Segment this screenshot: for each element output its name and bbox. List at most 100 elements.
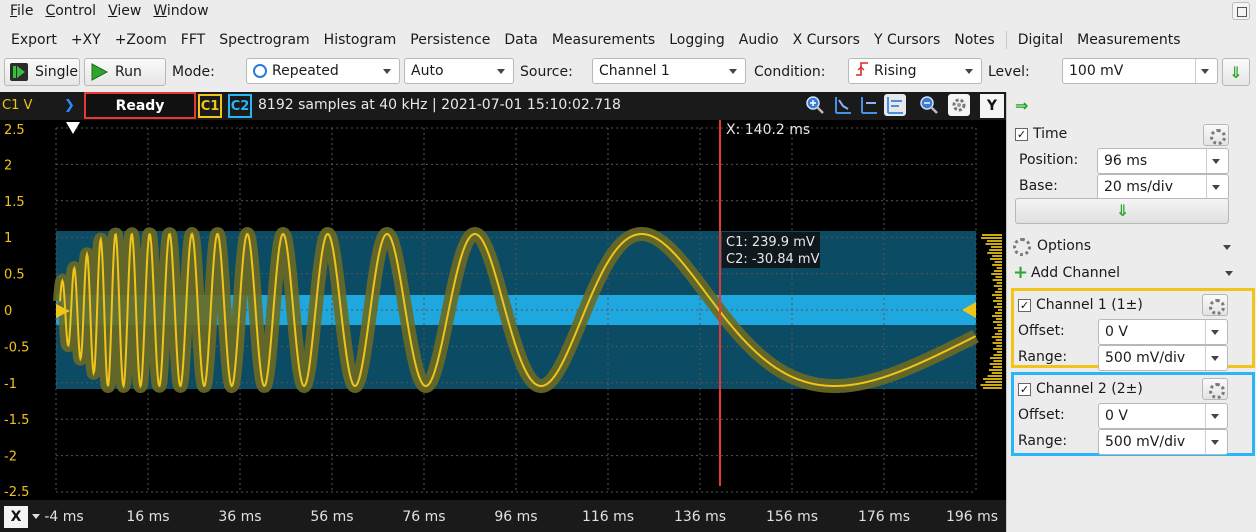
histogram-bar: [980, 384, 1002, 386]
grid-icon[interactable]: [884, 94, 906, 116]
options-gear-icon[interactable]: [1013, 238, 1031, 256]
channel-2-gear-icon[interactable]: [1202, 378, 1228, 400]
channel-2-range-input[interactable]: 500 mV/div: [1098, 429, 1228, 455]
level-apply-button[interactable]: ⇓: [1222, 58, 1250, 86]
menu-control[interactable]: Control: [39, 3, 102, 19]
persistence-button[interactable]: Persistence: [403, 32, 497, 48]
channel-1-badge[interactable]: C1: [198, 94, 222, 118]
add-xy-button[interactable]: +XY: [64, 32, 108, 48]
axis-align-icon[interactable]: [858, 94, 880, 116]
histogram-bar: [989, 258, 1002, 260]
expand-arrow-icon[interactable]: ❯: [64, 98, 75, 113]
x-axis-button[interactable]: X: [4, 506, 28, 528]
y-axis-button[interactable]: Y: [980, 94, 1004, 118]
channel-1-checkbox[interactable]: ✓: [1018, 299, 1031, 312]
audio-button[interactable]: Audio: [732, 32, 786, 48]
condition-select[interactable]: Rising: [848, 58, 982, 84]
spectrogram-button[interactable]: Spectrogram: [212, 32, 316, 48]
digital-button[interactable]: Digital: [1011, 32, 1070, 48]
channel-2-offset-input[interactable]: 0 V: [1098, 403, 1228, 429]
y-tick-label: 2: [4, 158, 12, 173]
histogram-bar: [994, 291, 1002, 293]
histogram-bar: [993, 306, 1002, 308]
x-tick-label: 16 ms: [126, 509, 170, 525]
measurements-button[interactable]: Measurements: [545, 32, 662, 48]
fft-button[interactable]: FFT: [174, 32, 212, 48]
histogram-bar: [983, 378, 1002, 380]
histogram-bar: [995, 318, 1002, 320]
histogram-bar: [991, 372, 1002, 374]
histogram-bar: [991, 315, 1002, 317]
chevron-down-icon: [497, 69, 505, 74]
y-tick-label: -0.5: [4, 340, 29, 355]
autoscale-icon[interactable]: [832, 94, 854, 116]
options-label[interactable]: Options: [1037, 238, 1091, 254]
histogram-bar: [989, 357, 1002, 359]
arrow-down-icon: ⇓: [1116, 201, 1130, 220]
channel-1-settings: ✓ Channel 1 (1±) Offset: 0 V Range: 500 …: [1011, 288, 1255, 371]
panel-arrow-icon[interactable]: ⇒: [1015, 96, 1028, 115]
histogram-bar: [995, 297, 1002, 299]
histogram-bar: [987, 375, 1002, 377]
source-select[interactable]: Channel 1: [592, 58, 746, 84]
oscilloscope-plot[interactable]: X: 140.2 ms C1: 239.9 mV C2: -30.84 mV 2…: [0, 120, 1006, 500]
level-label: Level:: [988, 64, 1030, 80]
plot-settings-gear-icon[interactable]: [948, 94, 970, 116]
channel-2-offset-value: 0 V: [1105, 408, 1128, 424]
data-button[interactable]: Data: [497, 32, 544, 48]
histogram-bar: [994, 261, 1002, 263]
histogram-bar: [986, 240, 1002, 242]
chevron-down-icon: [1212, 185, 1220, 190]
rising-edge-icon: [855, 61, 869, 81]
digital-measurements-button[interactable]: Measurements: [1070, 32, 1187, 48]
histogram-bar: [997, 288, 1002, 290]
channel-2-checkbox[interactable]: ✓: [1018, 383, 1031, 396]
options-chevron-icon[interactable]: [1223, 245, 1231, 250]
window-restore-icon[interactable]: [1232, 2, 1250, 20]
menu-view[interactable]: View: [102, 3, 147, 19]
y-tick-label: 0: [4, 304, 12, 319]
zoom-out-icon[interactable]: [918, 94, 940, 116]
x-cursors-button[interactable]: X Cursors: [786, 32, 867, 48]
histogram-bar: [993, 348, 1002, 350]
zoom-in-icon[interactable]: [804, 94, 826, 116]
channel-1-gear-icon[interactable]: [1202, 294, 1228, 316]
add-channel-button[interactable]: + Add Channel: [1011, 262, 1233, 286]
menu-bar: File Control View Window: [0, 0, 1256, 22]
channel-1-range-input[interactable]: 500 mV/div: [1098, 345, 1228, 371]
plus-icon: +: [1013, 262, 1029, 283]
single-button[interactable]: Single: [4, 58, 80, 86]
run-icon: [89, 62, 109, 82]
histogram-button[interactable]: Histogram: [317, 32, 404, 48]
trigger-mode-select[interactable]: Auto: [404, 58, 514, 84]
channel-1-offset-label: Offset:: [1018, 323, 1065, 339]
export-button[interactable]: Export: [4, 32, 64, 48]
time-settings-gear-icon[interactable]: [1203, 124, 1229, 146]
mode-label: Mode:: [172, 64, 215, 80]
base-input[interactable]: 20 ms/div: [1097, 174, 1229, 200]
menu-file[interactable]: File: [4, 3, 39, 19]
time-apply-button[interactable]: ⇓: [1015, 198, 1229, 224]
x-tick-label: 56 ms: [310, 509, 354, 525]
logging-button[interactable]: Logging: [662, 32, 732, 48]
y-cursors-button[interactable]: Y Cursors: [867, 32, 947, 48]
chevron-down-icon: [965, 69, 973, 74]
histogram-bar: [996, 351, 1002, 353]
time-checkbox[interactable]: ✓: [1015, 128, 1028, 141]
level-input[interactable]: 100 mV: [1062, 58, 1218, 84]
waveform-canvas: X: 140.2 ms C1: 239.9 mV C2: -30.84 mV 2…: [0, 120, 1006, 500]
notes-button[interactable]: Notes: [947, 32, 1001, 48]
menu-window[interactable]: Window: [147, 3, 214, 19]
channel-1-title: Channel 1 (1±): [1036, 297, 1143, 313]
position-input[interactable]: 96 ms: [1097, 148, 1229, 174]
add-zoom-button[interactable]: +Zoom: [108, 32, 174, 48]
channel-2-badge[interactable]: C2: [228, 94, 252, 118]
mode-select[interactable]: Repeated: [246, 58, 400, 84]
channel-1-offset-input[interactable]: 0 V: [1098, 319, 1228, 345]
x-axis-dropdown-icon[interactable]: [32, 514, 40, 519]
histogram-bar: [996, 267, 1002, 269]
y-tick-label: 1: [4, 231, 12, 246]
run-button[interactable]: Run: [84, 58, 166, 86]
x-tick-label: -4 ms: [44, 509, 84, 525]
y-tick-label: 1.5: [4, 195, 25, 210]
